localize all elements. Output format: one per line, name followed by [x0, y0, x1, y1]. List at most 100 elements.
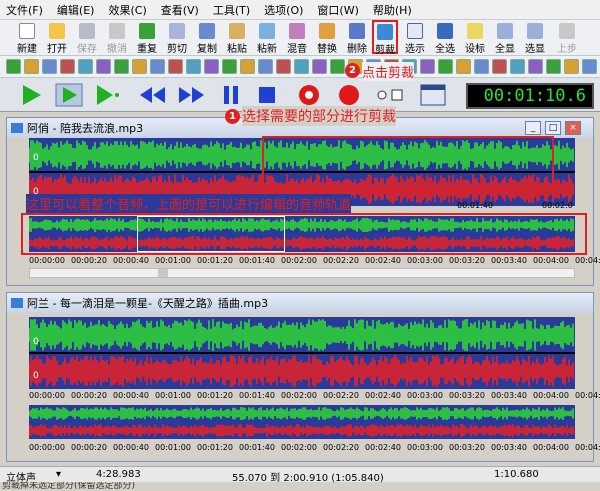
window-view-icon[interactable]	[418, 82, 448, 108]
play-icon[interactable]	[16, 82, 46, 108]
effect-tool-icon[interactable]	[150, 59, 165, 74]
stop-icon[interactable]	[252, 82, 282, 108]
effect-tool-icon[interactable]	[474, 59, 489, 74]
ruler-tick-label: 00:01:20	[197, 443, 233, 452]
effect-tool-icon[interactable]	[168, 59, 183, 74]
effect-tool-icon[interactable]	[492, 59, 507, 74]
play-to-end-icon[interactable]	[92, 82, 122, 108]
effect-tool-icon[interactable]	[582, 59, 597, 74]
menu-help[interactable]: 帮助(H)	[373, 2, 412, 18]
select-all-button[interactable]: 全选	[432, 21, 458, 55]
effect-tool-icon[interactable]	[6, 59, 21, 74]
step1-badge: 1	[225, 109, 240, 124]
effect-tool-icon[interactable]	[42, 59, 57, 74]
menu-file[interactable]: 文件(F)	[6, 2, 43, 18]
effect-tool-icon[interactable]	[186, 59, 201, 74]
replace-icon	[319, 23, 335, 39]
ruler-tick-label: 00:01:00	[155, 391, 191, 400]
effect-tool-icon[interactable]	[276, 59, 291, 74]
track2-waveform[interactable]	[29, 317, 575, 389]
record-new-icon[interactable]	[334, 82, 364, 108]
ruler-tick-label: 00:03:00	[407, 391, 443, 400]
effect-tool-icon[interactable]	[438, 59, 453, 74]
pause-icon[interactable]	[216, 82, 246, 108]
maximize-button[interactable]: □	[545, 121, 561, 135]
ruler-tick-label: 00:01:40	[239, 256, 275, 265]
ruler-tick-label: 00:01:40	[239, 443, 275, 452]
menu-effects[interactable]: 效果(C)	[108, 2, 146, 18]
track2-overview[interactable]	[29, 405, 575, 439]
horizontal-scrollbar[interactable]	[29, 268, 575, 278]
ruler-tick-label: 00:01:00	[155, 256, 191, 265]
cut-button[interactable]: 剪切	[164, 21, 190, 55]
effect-tool-icon[interactable]	[456, 59, 471, 74]
effect-tool-icon[interactable]	[528, 59, 543, 74]
menu-edit[interactable]: 编辑(E)	[57, 2, 95, 18]
zoom-selection-icon	[527, 23, 543, 39]
effect-tool-icon[interactable]	[24, 59, 39, 74]
paste-button[interactable]: 粘贴	[224, 21, 250, 55]
selection-box-top	[262, 136, 554, 192]
menu-tools[interactable]: 工具(T)	[213, 2, 250, 18]
effect-tool-icon[interactable]	[222, 59, 237, 74]
minimize-button[interactable]: _	[525, 121, 541, 135]
ruler-tick-label: 00:04:00	[533, 443, 569, 452]
delete-button[interactable]: 删除	[344, 21, 370, 55]
ruler-tick-label: 00:04:2	[575, 256, 600, 265]
loop-toggle-icon[interactable]	[374, 82, 404, 108]
close-button[interactable]: ×	[565, 121, 581, 135]
effect-tool-icon[interactable]	[258, 59, 273, 74]
select-view-button[interactable]: 选示	[402, 21, 428, 55]
ruler-tick-label: 00:03:40	[491, 256, 527, 265]
undo-button[interactable]: 撤消	[104, 21, 130, 55]
waveform-channel	[29, 424, 574, 437]
set-marker-button[interactable]: 设标	[462, 21, 488, 55]
time-display: 00:01:10.6	[466, 83, 594, 109]
track2-title: 阿兰 - 每一滴泪是一颗星-《天醒之路》插曲.mp3	[27, 297, 269, 310]
record-icon[interactable]	[294, 82, 324, 108]
effect-tool-icon[interactable]	[78, 59, 93, 74]
effect-tool-icon[interactable]	[114, 59, 129, 74]
copy-button[interactable]: 复制	[194, 21, 220, 55]
effect-tool-icon[interactable]	[60, 59, 75, 74]
ruler-tick-label: 00:03:40	[491, 391, 527, 400]
ruler-tick-label: 00:00:00	[29, 256, 65, 265]
redo-button[interactable]: 重复	[134, 21, 160, 55]
effect-tool-icon[interactable]	[420, 59, 435, 74]
ruler-tick-label: 00:01:20	[197, 391, 233, 400]
step2-annotation: 点击剪裁	[362, 62, 415, 81]
effect-tool-icon[interactable]	[204, 59, 219, 74]
mix-button[interactable]: 混音	[284, 21, 310, 55]
fast-forward-icon[interactable]	[176, 82, 206, 108]
play-selection-icon[interactable]	[54, 82, 84, 108]
rewind-icon[interactable]	[138, 82, 168, 108]
ruler-tick-label: 00:03:40	[491, 443, 527, 452]
menu-options[interactable]: 选项(O)	[264, 2, 303, 18]
effect-tool-icon[interactable]	[96, 59, 111, 74]
back-button[interactable]: 上步	[554, 21, 580, 55]
menu-view[interactable]: 查看(V)	[161, 2, 199, 18]
effect-tool-icon[interactable]	[510, 59, 525, 74]
scroll-thumb[interactable]	[158, 269, 168, 277]
replace-button[interactable]: 替换	[314, 21, 340, 55]
effect-tool-icon[interactable]	[294, 59, 309, 74]
save-button[interactable]: 保存	[74, 21, 100, 55]
effect-tool-icon[interactable]	[240, 59, 255, 74]
zoom-selection-button[interactable]: 选显	[522, 21, 548, 55]
track2-titlebar: 阿兰 - 每一滴泪是一颗星-《天醒之路》插曲.mp3	[7, 293, 593, 313]
trim-button[interactable]: 剪裁	[372, 20, 398, 56]
effect-tool-icon[interactable]	[132, 59, 147, 74]
paste-icon	[229, 23, 245, 39]
ruler-tick-label: 00:03:00	[407, 256, 443, 265]
effect-tool-icon[interactable]	[312, 59, 327, 74]
zoom-full-button[interactable]: 全显	[492, 21, 518, 55]
menu-window[interactable]: 窗口(W)	[317, 2, 358, 18]
new-button[interactable]: 新建	[14, 21, 40, 55]
paste-new-button[interactable]: 粘新	[254, 21, 280, 55]
chevron-down-icon[interactable]: ▾	[56, 469, 61, 480]
effect-tool-icon[interactable]	[546, 59, 561, 74]
ruler-tick-label: 00:00:20	[71, 443, 107, 452]
open-button[interactable]: 打开	[44, 21, 70, 55]
effect-tool-icon[interactable]	[330, 59, 345, 74]
effect-tool-icon[interactable]	[564, 59, 579, 74]
